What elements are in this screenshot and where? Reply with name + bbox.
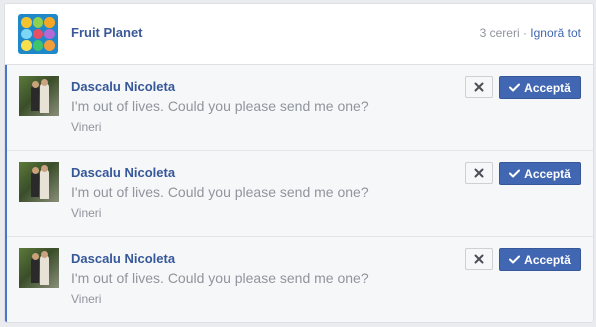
- avatar[interactable]: [19, 248, 59, 288]
- request-date: Vineri: [71, 120, 102, 134]
- accept-label: Acceptă: [524, 80, 571, 95]
- request-message: I'm out of lives. Could you please send …: [71, 98, 369, 114]
- request-item: Dascalu Nicoleta I'm out of lives. Could…: [7, 151, 593, 237]
- app-title[interactable]: Fruit Planet: [71, 25, 143, 40]
- accept-label: Acceptă: [524, 252, 571, 267]
- header-actions: 3 cereri · Ignoră tot: [480, 26, 581, 40]
- checkmark-icon: [509, 255, 521, 264]
- separator: ·: [522, 26, 527, 40]
- accept-button[interactable]: Acceptă: [499, 76, 581, 99]
- sender-name[interactable]: Dascalu Nicoleta: [71, 251, 175, 266]
- request-date: Vineri: [71, 206, 102, 220]
- avatar[interactable]: [19, 76, 59, 116]
- accept-label: Acceptă: [524, 166, 571, 181]
- sender-name[interactable]: Dascalu Nicoleta: [71, 165, 175, 180]
- request-item: Dascalu Nicoleta I'm out of lives. Could…: [7, 65, 593, 151]
- avatar[interactable]: [19, 162, 59, 202]
- request-list: Dascalu Nicoleta I'm out of lives. Could…: [5, 65, 593, 322]
- request-date: Vineri: [71, 292, 102, 306]
- sender-name[interactable]: Dascalu Nicoleta: [71, 79, 175, 94]
- dismiss-button[interactable]: [465, 248, 493, 270]
- game-requests-panel: Fruit Planet 3 cereri · Ignoră tot Dasca…: [4, 3, 594, 323]
- request-message: I'm out of lives. Could you please send …: [71, 270, 369, 286]
- accept-button[interactable]: Acceptă: [499, 162, 581, 185]
- request-item: Dascalu Nicoleta I'm out of lives. Could…: [7, 237, 593, 322]
- dismiss-button[interactable]: [465, 162, 493, 184]
- checkmark-icon: [509, 83, 521, 92]
- request-count: 3 cereri: [479, 26, 520, 40]
- close-icon: [474, 168, 484, 178]
- ignore-all-link[interactable]: Ignoră tot: [530, 26, 581, 40]
- dismiss-button[interactable]: [465, 76, 493, 98]
- request-message: I'm out of lives. Could you please send …: [71, 184, 369, 200]
- close-icon: [474, 254, 484, 264]
- checkmark-icon: [509, 169, 521, 178]
- accept-button[interactable]: Acceptă: [499, 248, 581, 271]
- fruit-grid-icon[interactable]: [18, 14, 58, 54]
- close-icon: [474, 82, 484, 92]
- panel-header: Fruit Planet 3 cereri · Ignoră tot: [5, 4, 593, 65]
